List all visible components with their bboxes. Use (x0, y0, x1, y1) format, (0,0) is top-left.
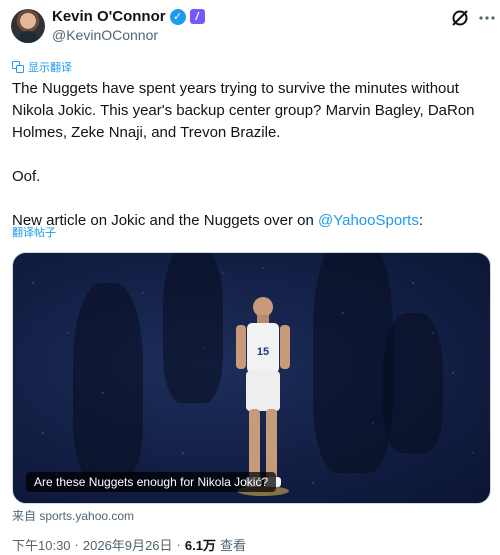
card-caption: Are these Nuggets enough for Nikola Joki… (26, 472, 277, 492)
translate-icon (12, 61, 24, 73)
more-options-icon[interactable] (478, 9, 496, 27)
jersey-number: 15 (257, 346, 269, 358)
author-name[interactable]: Kevin O'Connor (52, 8, 166, 25)
avatar[interactable] (11, 9, 45, 43)
view-count: 6.1万 (184, 538, 216, 553)
author-handle[interactable]: @KevinOConnor (52, 27, 158, 43)
meta-separator: · (74, 537, 79, 552)
author-name-row: Kevin O'Connor ✓ / (52, 8, 205, 25)
tweet-meta: 下午10:30 · 2026年9月26日 · 6.1万 查看 (12, 535, 246, 554)
verified-badge-icon[interactable]: ✓ (169, 8, 186, 25)
tweet-line-3-suffix: : (418, 212, 424, 229)
tweet-header: Kevin O'Connor ✓ / @KevinOConnor (0, 0, 500, 50)
tweet-line-1: The Nuggets have spent years trying to s… (12, 80, 479, 141)
card-source[interactable]: 来自 sports.yahoo.com (12, 507, 134, 524)
post-date[interactable]: 2026年9月26日 (83, 535, 173, 554)
tweet-text: The Nuggets have spent years trying to s… (12, 78, 490, 232)
grok-icon[interactable] (450, 8, 470, 28)
meta-separator: · (176, 537, 181, 552)
view-count-label: 查看 (219, 538, 246, 553)
tweet-line-2: Oof. (12, 168, 41, 185)
link-card[interactable]: 15 Are these Nuggets enough for Nikola J… (12, 252, 491, 504)
translate-post-link[interactable]: 翻译帖子 (12, 224, 56, 240)
tweet-line-3-prefix: New article on Jokic and the Nuggets ove… (12, 212, 318, 229)
post-time[interactable]: 下午10:30 (12, 535, 71, 554)
show-translation-label: 显示翻译 (28, 62, 72, 74)
player-figure: 15 (236, 297, 290, 496)
affiliation-badge-icon[interactable]: / (189, 9, 205, 24)
show-translation-link[interactable]: 显示翻译 (12, 59, 72, 75)
mention-link[interactable]: @YahooSports (318, 212, 419, 229)
